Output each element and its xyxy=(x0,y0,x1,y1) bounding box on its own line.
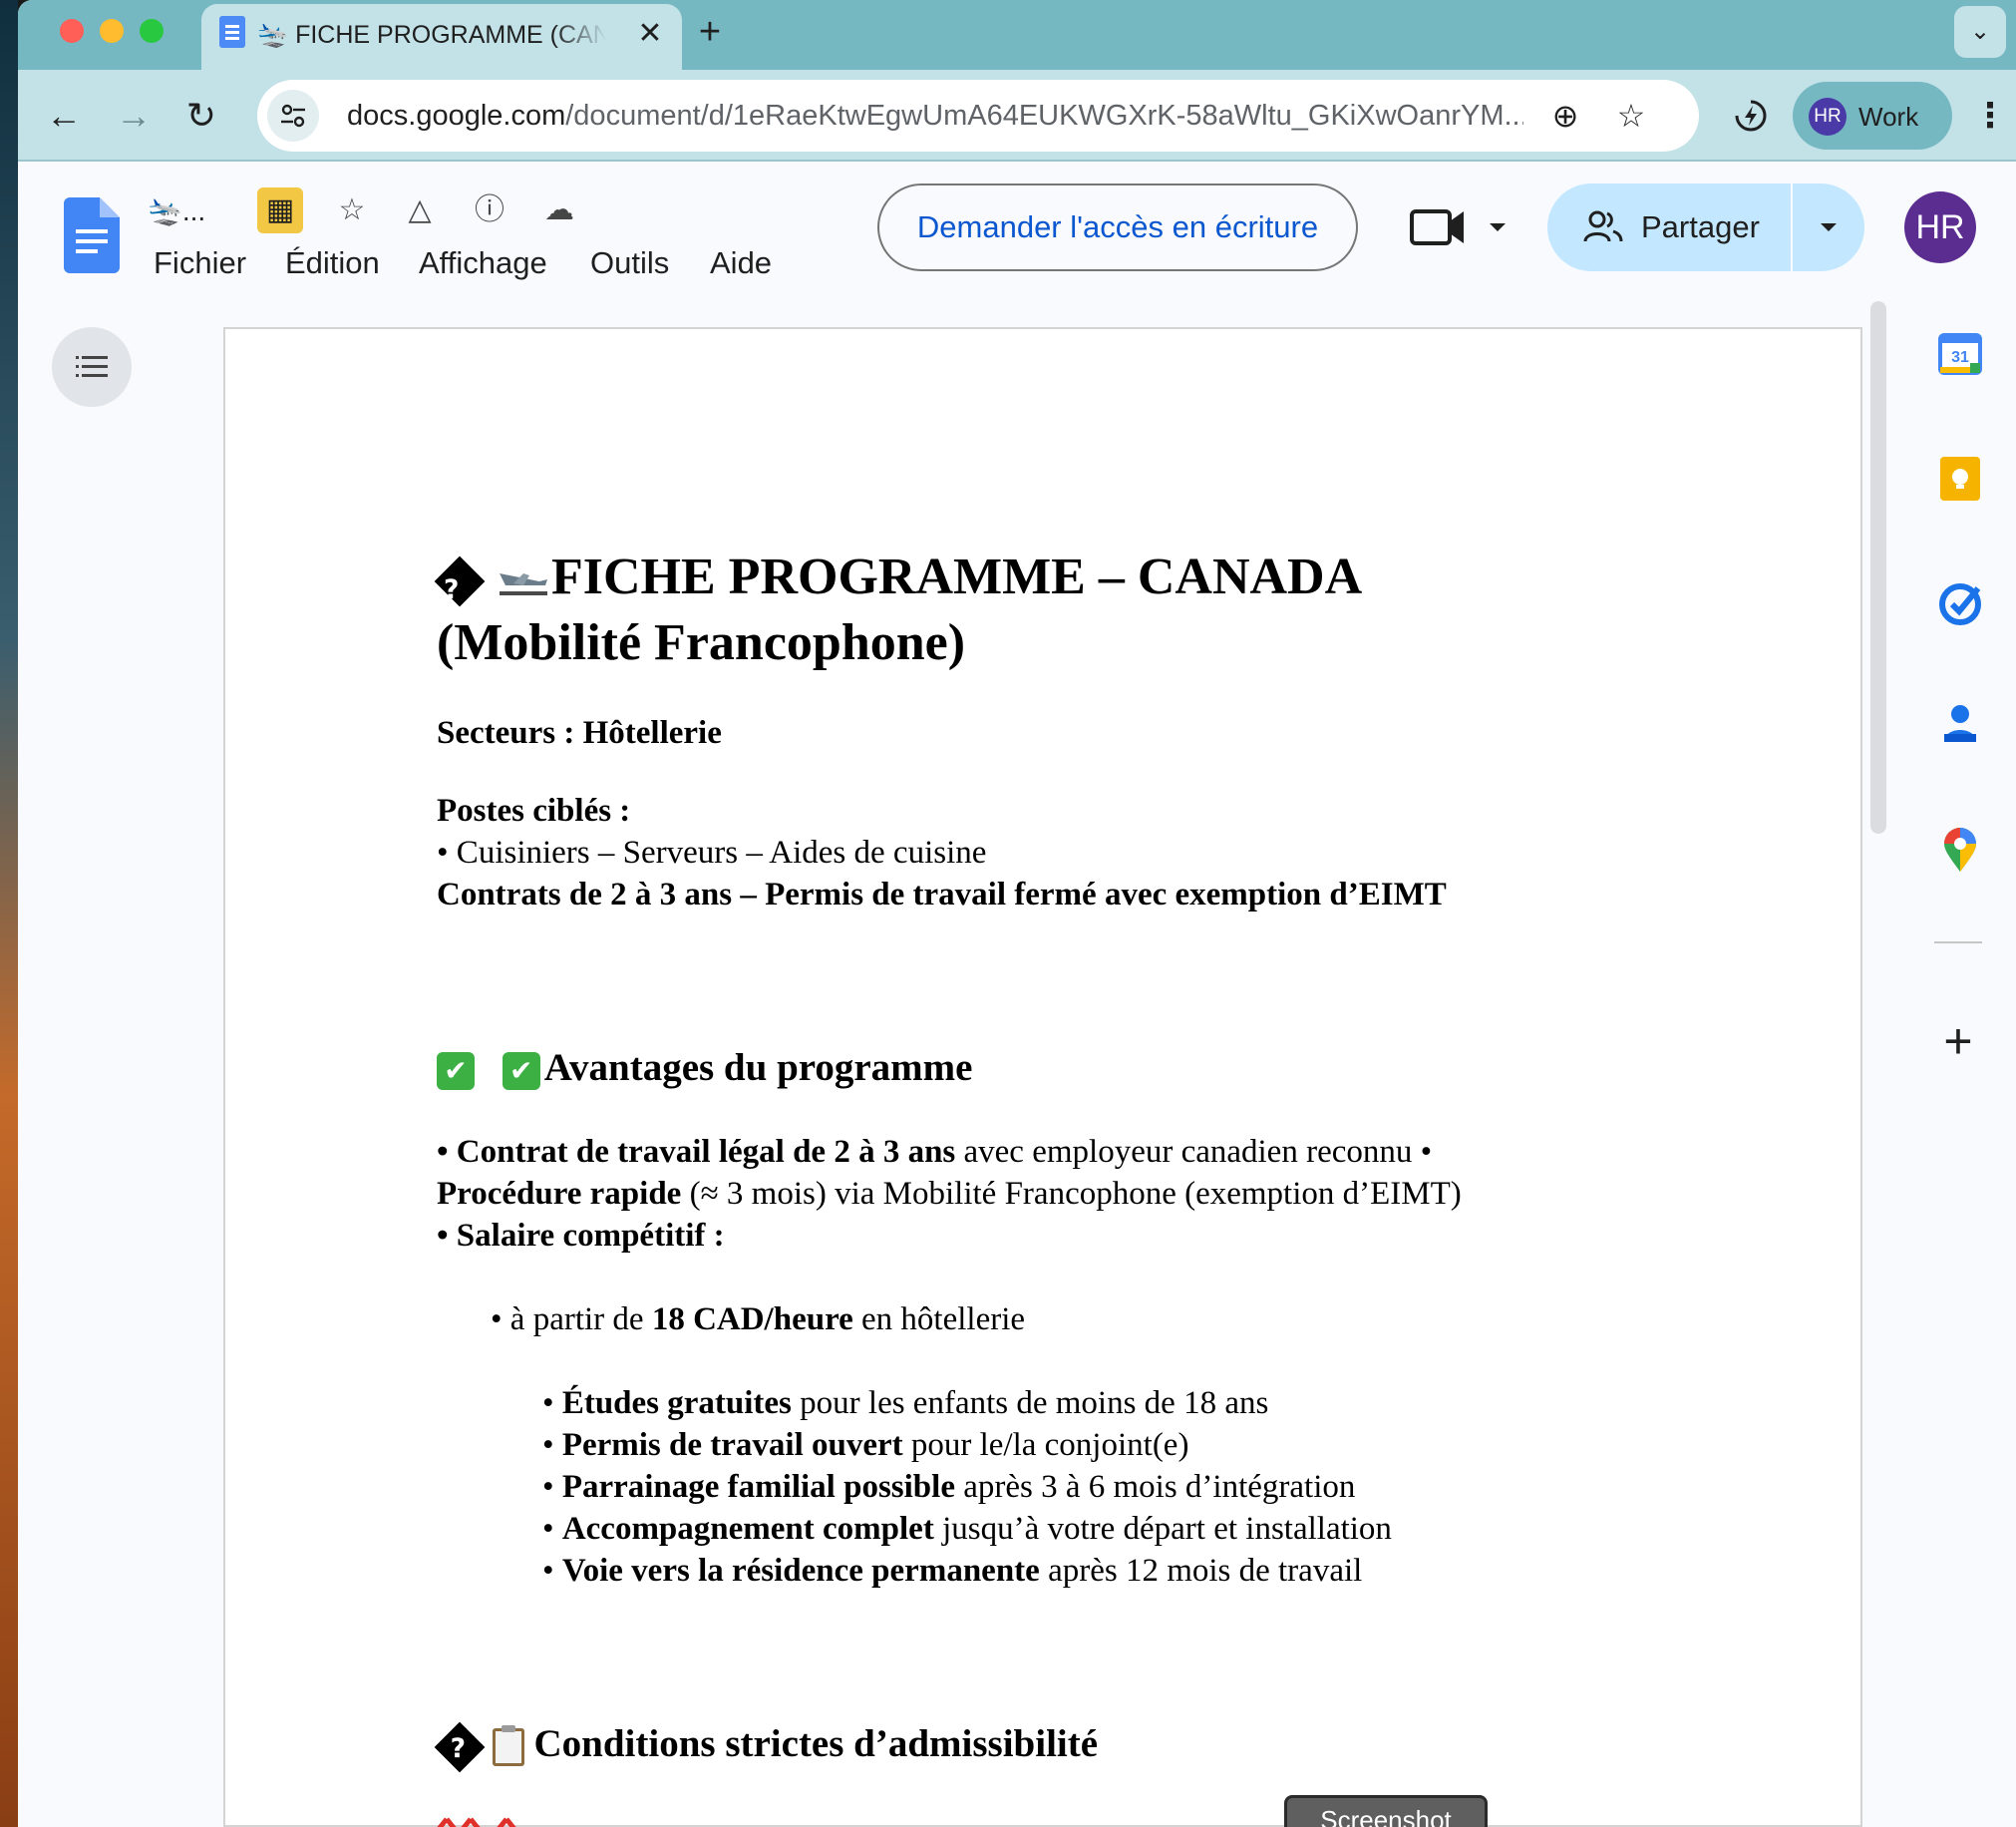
browser-window: 🛬 FICHE PROGRAMME (CANADA ✕ + ⌄ ← → ↻ do… xyxy=(18,0,2016,1827)
avantages-heading: ✔ ✔ Avantages du programme xyxy=(437,1043,972,1093)
document-page[interactable]: ? FICHE PROGRAMME – CANADA (Mobilité Fra… xyxy=(223,327,1862,1827)
new-tab-button[interactable]: + xyxy=(688,10,732,54)
forward-button[interactable]: → xyxy=(108,90,160,142)
menu-affichage[interactable]: Affichage xyxy=(419,243,547,283)
star-icon[interactable]: ☆ xyxy=(329,187,375,233)
benefit-item: • Parrainage familial possible après 3 à… xyxy=(542,1469,1356,1505)
document-title-line-2: (Mobilité Francophone) xyxy=(437,614,966,671)
share-button[interactable]: Partager xyxy=(1547,183,1791,271)
add-addon-button[interactable]: + xyxy=(1930,1013,1986,1069)
replacement-char-icon: ? xyxy=(434,1721,486,1773)
tab-strip: 🛬 FICHE PROGRAMME (CANADA ✕ + ⌄ xyxy=(18,0,2016,70)
docs-header: 🛬... ▦ ☆ △ ⓘ ☁ Fichier Édition Affichage… xyxy=(18,164,2016,303)
side-panel-divider xyxy=(1934,941,1982,943)
document-title[interactable]: 🛬... xyxy=(148,193,205,229)
docs-logo-icon[interactable] xyxy=(64,197,120,273)
reload-button[interactable]: ↻ xyxy=(175,90,227,142)
address-bar[interactable]: docs.google.com/document/d/1eRaeKtwEgwUm… xyxy=(257,80,1699,152)
tasks-icon[interactable] xyxy=(1934,576,1986,628)
clipboard-icon xyxy=(492,1725,524,1767)
people-icon xyxy=(1583,210,1623,242)
list-icon xyxy=(76,356,108,377)
bookmark-star-icon[interactable]: ☆ xyxy=(1611,96,1651,136)
meet-video-icon[interactable] xyxy=(1410,199,1519,255)
document-outline-button[interactable] xyxy=(52,327,132,407)
sectors-line: Secteurs : Hôtellerie xyxy=(437,715,722,751)
benefit-item: • Études gratuites pour les enfants de m… xyxy=(542,1385,1269,1421)
profile-chip[interactable]: HR Work xyxy=(1793,82,1952,150)
url-host: docs.google.com xyxy=(347,100,566,132)
menu-outils[interactable]: Outils xyxy=(590,243,669,283)
contacts-icon[interactable] xyxy=(1934,698,1986,750)
share-label: Partager xyxy=(1641,209,1760,244)
maximize-window-button[interactable] xyxy=(140,19,164,43)
postes-list: • Cuisiniers – Serveurs – Aides de cuisi… xyxy=(437,835,987,871)
cross-mark-icons xyxy=(437,1817,516,1827)
minimize-window-button[interactable] xyxy=(100,19,124,43)
menu-aide[interactable]: Aide xyxy=(710,243,772,283)
replacement-char-icon: ? xyxy=(434,555,486,607)
desktop-wallpaper-edge xyxy=(0,0,18,1827)
document-scrollbar[interactable] xyxy=(1870,301,1886,834)
postes-heading: Postes ciblés : xyxy=(437,793,631,829)
document-title-line-1: ? FICHE PROGRAMME – CANADA xyxy=(434,545,1362,610)
url-path: /document/d/1eRaeKtwEgwUmA64EUKWGXrK-58a… xyxy=(565,100,1523,132)
tab-close-icon[interactable]: ✕ xyxy=(632,16,668,52)
check-mark-icon: ✔ xyxy=(437,1052,475,1091)
profile-name: Work xyxy=(1858,102,1919,132)
browser-menu-icon[interactable]: ⋮ xyxy=(1970,90,2010,142)
tab-search-button[interactable]: ⌄ xyxy=(1954,6,2006,58)
tab-title: 🛬 FICHE PROGRAMME (CANADA xyxy=(257,21,606,49)
account-avatar[interactable]: HR xyxy=(1904,191,1976,263)
advantage-line-2: Procédure rapide (≈ 3 mois) via Mobilité… xyxy=(437,1176,1462,1212)
close-window-button[interactable] xyxy=(60,19,84,43)
browser-tab-active[interactable]: 🛬 FICHE PROGRAMME (CANADA ✕ xyxy=(201,4,682,70)
calendar-icon[interactable]: 31 xyxy=(1934,327,1986,379)
check-mark-icon-2: ✔ xyxy=(502,1052,540,1091)
benefit-item: • Permis de travail ouvert pour le/la co… xyxy=(542,1427,1189,1463)
conditions-heading: ? Conditions strictes d’admissibilité xyxy=(434,1719,1098,1773)
zoom-icon[interactable]: ⊕ xyxy=(1545,96,1585,136)
contracts-line: Contrats de 2 à 3 ans – Permis de travai… xyxy=(437,877,1447,913)
menu-edition[interactable]: Édition xyxy=(285,243,380,283)
salary-line: • à partir de 18 CAD/heure en hôtellerie xyxy=(491,1301,1026,1337)
details-icon[interactable]: ⓘ xyxy=(467,187,512,233)
profile-avatar: HR xyxy=(1809,98,1847,136)
share-dropdown-button[interactable] xyxy=(1793,183,1864,271)
menu-fichier[interactable]: Fichier xyxy=(154,243,246,283)
keep-icon[interactable] xyxy=(1934,453,1986,505)
calendar-day: 31 xyxy=(1951,349,1969,366)
screenshot-button[interactable]: Screenshot xyxy=(1284,1795,1488,1827)
cloud-sync-icon[interactable]: ☁ xyxy=(536,187,582,233)
benefit-item: • Voie vers la résidence permanente aprè… xyxy=(542,1553,1363,1589)
airplane-arrival-icon xyxy=(500,573,547,596)
move-to-drive-icon[interactable]: △ xyxy=(397,187,443,233)
maps-icon[interactable] xyxy=(1934,824,1986,876)
docs-favicon-icon xyxy=(219,16,245,48)
back-button[interactable]: ← xyxy=(38,90,90,142)
benefit-item: • Accompagnement complet jusqu’à votre d… xyxy=(542,1511,1392,1547)
request-edit-access-button[interactable]: Demander l'accès en écriture xyxy=(877,183,1358,271)
advantage-line-3: • Salaire compétitif : xyxy=(437,1218,725,1254)
url-text[interactable]: docs.google.com/document/d/1eRaeKtwEgwUm… xyxy=(347,98,1523,134)
no-edit-icon[interactable]: ▦ xyxy=(257,187,303,233)
advantage-line-1: • Contrat de travail légal de 2 à 3 ans … xyxy=(437,1134,1433,1170)
site-info-icon[interactable] xyxy=(267,90,319,142)
browser-toolbar: ← → ↻ docs.google.com/document/d/1eRaeKt… xyxy=(18,70,2016,162)
extension-icon[interactable] xyxy=(1733,98,1769,134)
